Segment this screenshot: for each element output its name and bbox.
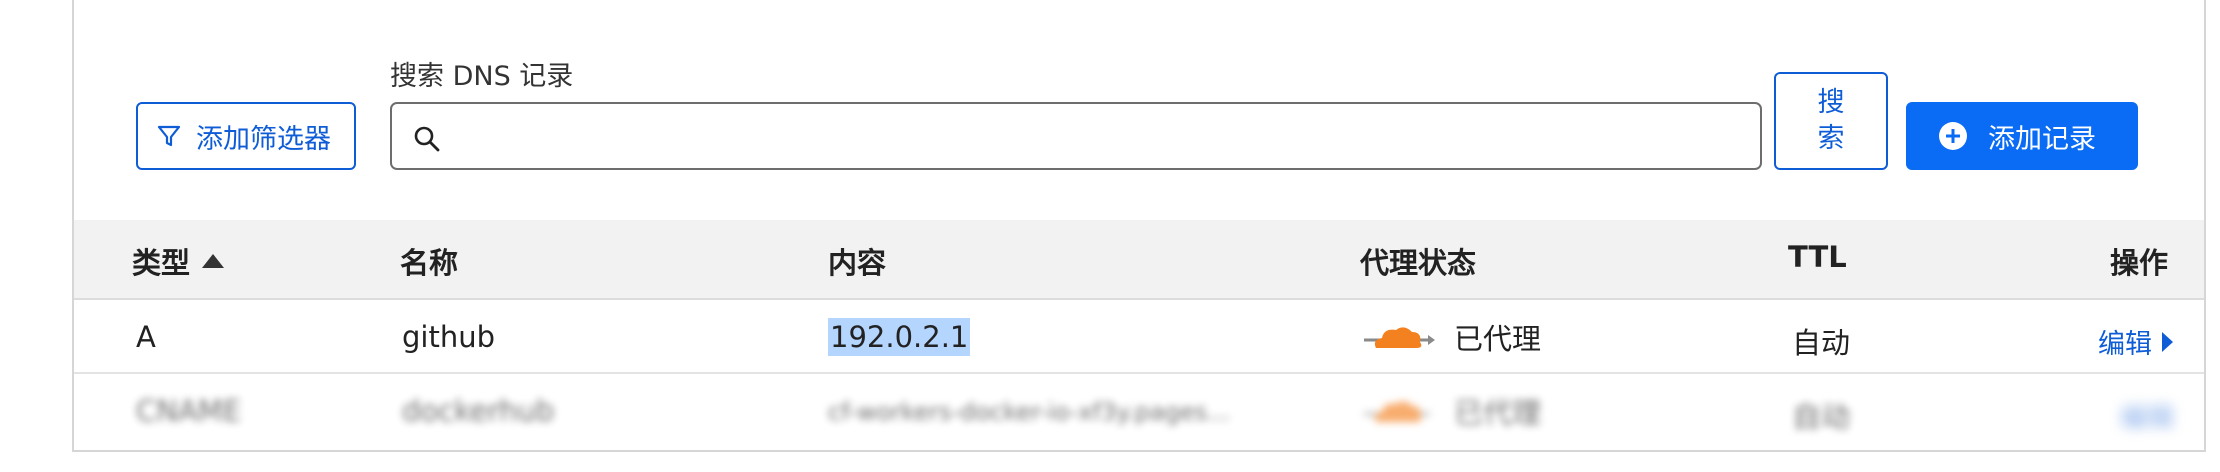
column-header-name[interactable]: 名称 xyxy=(400,240,458,282)
column-header-actions: 操作 xyxy=(2110,246,2169,280)
proxy-status-label: 已代理 xyxy=(1454,396,1542,430)
column-header-content[interactable]: 内容 xyxy=(828,240,886,282)
filter-icon xyxy=(157,125,181,147)
table-header: 类型 名称 内容 代理状态 TTL 操作 xyxy=(74,220,2204,300)
table-row[interactable]: CNAME dockerhub cf-workers-docker-io-xf3… xyxy=(74,374,2204,448)
sort-ascending-icon xyxy=(202,254,225,268)
proxy-status-label: 已代理 xyxy=(1454,322,1542,356)
proxy-status-cell: 已代理 xyxy=(1362,316,1541,358)
record-type: A xyxy=(136,320,156,354)
record-ttl: 自动 xyxy=(1792,326,1851,360)
add-filter-button[interactable]: 添加筛选器 xyxy=(136,102,356,170)
edit-label: 编辑 xyxy=(2120,403,2174,434)
column-header-type[interactable]: 类型 xyxy=(132,240,226,282)
proxied-cloud-icon xyxy=(1364,327,1435,348)
search-icon xyxy=(414,126,440,152)
search-input[interactable] xyxy=(456,116,1740,158)
record-content: 192.0.2.1 xyxy=(828,318,971,356)
add-record-button[interactable]: 添加记录 xyxy=(1906,102,2138,170)
record-type: CNAME xyxy=(136,394,242,428)
column-header-type-label: 类型 xyxy=(132,246,191,280)
column-header-ttl[interactable]: TTL xyxy=(1788,240,1847,274)
search-label: 搜索 DNS 记录 xyxy=(390,61,574,92)
record-name: dockerhub xyxy=(402,394,555,428)
caret-right-icon xyxy=(2162,331,2173,352)
search-button[interactable]: 搜索 xyxy=(1774,72,1888,170)
add-filter-label: 添加筛选器 xyxy=(196,123,331,155)
edit-label: 编辑 xyxy=(2098,329,2152,360)
search-button-label: 搜索 xyxy=(1817,87,1845,154)
record-name: github xyxy=(402,320,496,354)
proxy-status-cell: 已代理 xyxy=(1362,390,1541,432)
column-header-proxy-status[interactable]: 代理状态 xyxy=(1360,240,1476,282)
search-field[interactable] xyxy=(390,102,1762,170)
edit-record-link[interactable]: 编辑 xyxy=(2120,396,2174,435)
record-ttl: 自动 xyxy=(1792,400,1851,434)
table-row[interactable]: A github 192.0.2.1 已代理 自动 编辑 xyxy=(74,300,2204,374)
proxied-cloud-icon xyxy=(1364,401,1430,422)
edit-record-link[interactable]: 编辑 xyxy=(2098,322,2174,361)
record-content: cf-workers-docker-io-xf3y.pages... xyxy=(828,398,1231,426)
add-record-label: 添加记录 xyxy=(1988,123,2096,155)
plus-circle-icon xyxy=(1939,122,1967,150)
